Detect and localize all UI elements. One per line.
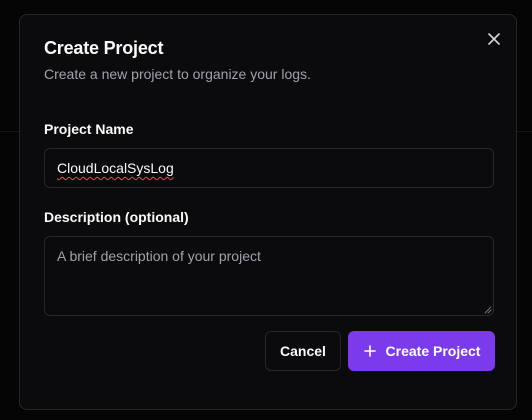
create-project-button-label: Create Project bbox=[385, 343, 481, 359]
cancel-button-label: Cancel bbox=[280, 343, 326, 359]
close-button[interactable] bbox=[485, 30, 503, 48]
plus-icon bbox=[363, 344, 377, 358]
resize-handle-icon[interactable] bbox=[484, 306, 492, 314]
project-name-label: Project Name bbox=[44, 121, 134, 137]
dialog-subtitle: Create a new project to organize your lo… bbox=[44, 66, 311, 82]
dialog-title: Create Project bbox=[44, 38, 164, 58]
project-name-text: CloudLocalSysLog bbox=[57, 160, 174, 176]
description-label: Description (optional) bbox=[44, 209, 189, 225]
project-name-input[interactable]: CloudLocalSysLog bbox=[44, 148, 494, 188]
create-project-dialog: Create Project Create a new project to o… bbox=[19, 14, 517, 410]
description-textarea[interactable] bbox=[44, 236, 494, 316]
project-name-value: CloudLocalSysLog bbox=[57, 149, 174, 187]
close-icon bbox=[488, 33, 500, 45]
create-project-button[interactable]: Create Project bbox=[348, 331, 495, 371]
cancel-button[interactable]: Cancel bbox=[265, 331, 341, 371]
